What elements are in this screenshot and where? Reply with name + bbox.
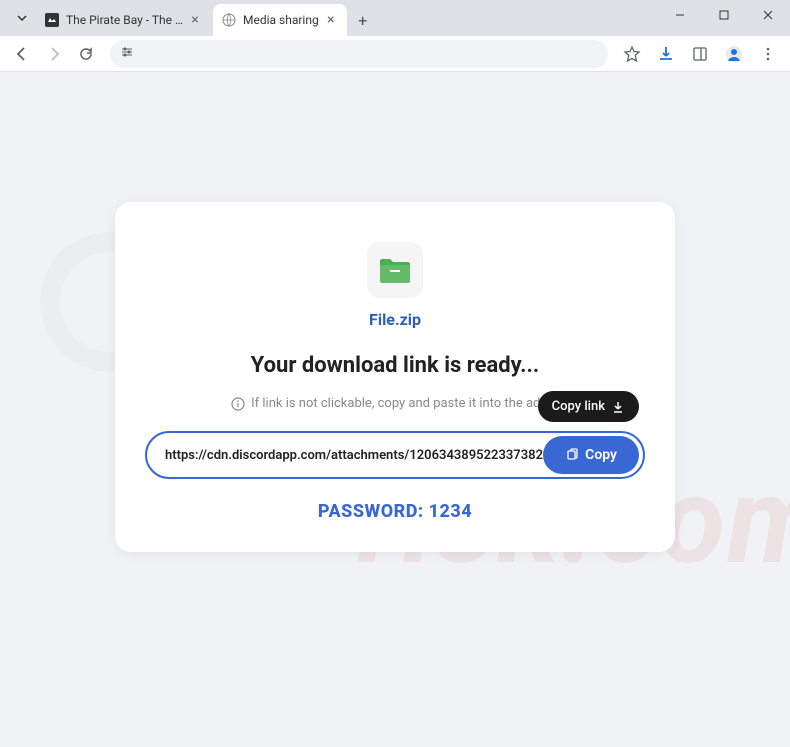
close-window-button[interactable] (746, 0, 790, 30)
menu-button[interactable] (754, 40, 782, 68)
maximize-button[interactable] (702, 0, 746, 30)
downloads-button[interactable] (652, 40, 680, 68)
heading: Your download link is ready... (145, 353, 645, 378)
copy-button[interactable]: Copy (543, 436, 639, 474)
download-arrow-icon (611, 400, 625, 414)
back-button[interactable] (8, 40, 36, 68)
copy-icon (565, 448, 579, 462)
new-tab-button[interactable]: + (349, 6, 377, 34)
tab-title: The Pirate Bay - The galaxy's m... (66, 13, 183, 27)
password-label: PASSWORD: 1234 (145, 501, 645, 522)
address-bar[interactable] (110, 40, 608, 68)
favicon-pirate-bay (44, 12, 60, 28)
browser-title-bar: The Pirate Bay - The galaxy's m... × Med… (0, 0, 790, 36)
favicon-globe-icon (221, 12, 237, 28)
tab-media-sharing[interactable]: Media sharing × (213, 4, 347, 36)
close-icon[interactable]: × (187, 12, 203, 28)
download-card: File.zip Your download link is ready... … (115, 202, 675, 552)
side-panel-button[interactable] (686, 40, 714, 68)
profile-button[interactable] (720, 40, 748, 68)
filename: File.zip (145, 310, 645, 329)
reload-button[interactable] (72, 40, 100, 68)
tab-pirate-bay[interactable]: The Pirate Bay - The galaxy's m... × (36, 4, 211, 36)
bookmark-button[interactable] (618, 40, 646, 68)
folder-icon (367, 242, 423, 298)
close-icon[interactable]: × (323, 12, 339, 28)
url-text[interactable]: https://cdn.discordapp.com/attachments/1… (165, 448, 543, 463)
tab-search-button[interactable] (8, 4, 36, 32)
copy-link-tooltip: Copy link (538, 391, 639, 422)
info-icon (231, 397, 245, 411)
minimize-button[interactable] (658, 0, 702, 30)
page-content: risk.com File.zip Your download link is … (0, 72, 790, 747)
site-settings-icon[interactable] (120, 45, 134, 63)
window-controls (658, 0, 790, 30)
url-row: Copy link https://cdn.discordapp.com/att… (145, 431, 645, 479)
forward-button[interactable] (40, 40, 68, 68)
browser-toolbar (0, 36, 790, 72)
tab-title: Media sharing (243, 13, 319, 27)
